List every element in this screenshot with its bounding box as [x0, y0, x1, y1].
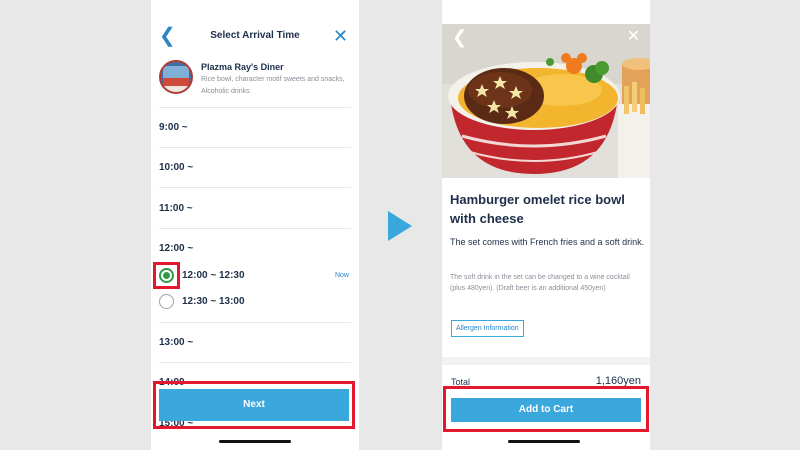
- food-photo: [442, 24, 650, 178]
- page-title: Select Arrival Time: [210, 30, 300, 41]
- header-bar: ❮ Select Arrival Time ✕: [151, 24, 359, 48]
- time-group-10[interactable]: 10:00 ~: [159, 162, 193, 173]
- arrival-time-screen: ❮ Select Arrival Time ✕ Plazma Ray's Din…: [151, 0, 359, 450]
- now-badge: Now: [334, 272, 349, 279]
- dish-note: The soft drink in the set can be changed…: [450, 274, 630, 292]
- dish-name: Hamburger omelet rice bowl with cheese: [450, 192, 625, 226]
- arrow-right-icon: [388, 211, 412, 241]
- sub-slot-label[interactable]: 12:30 ~ 13:00: [182, 296, 245, 307]
- time-group-12[interactable]: 12:00 ~: [159, 243, 193, 254]
- time-group-13[interactable]: 13:00 ~: [159, 337, 193, 348]
- radio-selected[interactable]: [159, 268, 174, 283]
- close-icon[interactable]: ✕: [333, 26, 349, 46]
- divider: [159, 187, 351, 188]
- divider: [159, 107, 351, 108]
- close-icon[interactable]: ✕: [627, 28, 640, 46]
- divider: [159, 322, 351, 323]
- menu-item-screen: ❮ ✕ Hamburger omelet rice bowl with chee…: [442, 0, 650, 450]
- restaurant-info: Plazma Ray's Diner Rice bowl, character …: [159, 60, 351, 100]
- dish-description: The set comes with French fries and a so…: [450, 237, 645, 247]
- time-group-14[interactable]: 14:00 ~: [159, 377, 193, 388]
- radio-unselected[interactable]: [159, 294, 174, 309]
- divider: [159, 362, 351, 363]
- home-indicator: [508, 440, 580, 443]
- home-indicator: [219, 440, 291, 443]
- dish-image: [442, 24, 650, 178]
- time-group-11[interactable]: 11:00 ~: [159, 203, 193, 214]
- divider: [159, 147, 351, 148]
- total-value: 1,160yen: [595, 375, 641, 387]
- restaurant-description: Rice bowl, character motif sweets and sn…: [201, 76, 345, 95]
- restaurant-name: Plazma Ray's Diner: [201, 62, 284, 72]
- restaurant-logo: [159, 60, 193, 94]
- sub-slot-label[interactable]: 12:00 ~ 12:30: [182, 270, 245, 281]
- total-label: Total: [451, 377, 471, 387]
- next-button[interactable]: Next: [159, 389, 349, 421]
- add-to-cart-button[interactable]: Add to Cart: [451, 398, 641, 422]
- chevron-left-icon[interactable]: ❮: [452, 28, 467, 46]
- divider: [159, 228, 351, 229]
- allergen-info-button[interactable]: Allergen Information: [451, 320, 524, 337]
- section-separator: [442, 357, 650, 365]
- time-group-9[interactable]: 9:00 ~: [159, 122, 188, 133]
